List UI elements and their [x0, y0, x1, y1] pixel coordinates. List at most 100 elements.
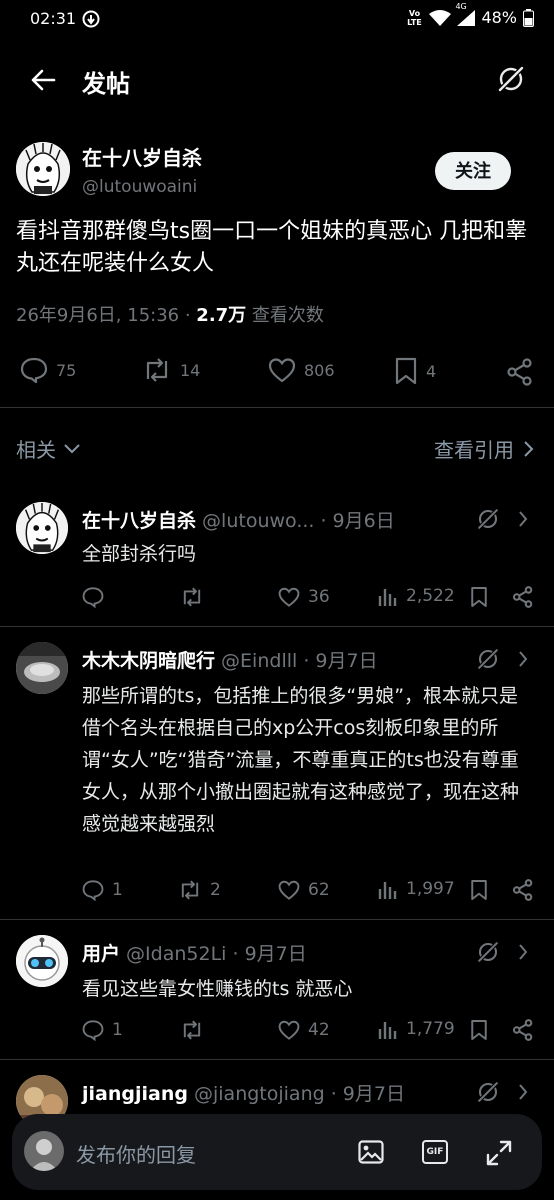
- author-handle[interactable]: @lutouwoaini: [82, 177, 197, 197]
- view-label: 查看次数: [246, 305, 324, 326]
- view-count: 1,779: [406, 1019, 455, 1039]
- view-quotes-label: 查看引用: [434, 438, 514, 462]
- wifi-icon: [429, 9, 452, 26]
- repost-icon[interactable]: [180, 586, 204, 608]
- view-count: 2.7万: [196, 305, 247, 326]
- views-action[interactable]: 2,522: [378, 586, 455, 606]
- bookmark-action[interactable]: 4: [394, 357, 436, 385]
- views-icon: [378, 882, 397, 899]
- reply-avatar[interactable]: [16, 642, 68, 694]
- repost-count: 2: [210, 880, 221, 900]
- repost-count: 14: [180, 360, 201, 380]
- more-icon[interactable]: [518, 1083, 528, 1101]
- like-action[interactable]: 62: [278, 879, 330, 901]
- reply-action[interactable]: 1: [82, 1019, 123, 1041]
- user-avatar: [24, 1131, 64, 1171]
- reply-header: jiangjiang @jiangtojiang · 9月7日: [82, 1079, 405, 1106]
- reply-input[interactable]: 发布你的回复: [76, 1139, 196, 1168]
- reply-author-name[interactable]: 在十八岁自杀: [82, 510, 196, 532]
- reply-count: 1: [112, 1020, 123, 1040]
- repost-action[interactable]: 2: [178, 879, 221, 901]
- gif-icon[interactable]: GIF: [422, 1140, 448, 1164]
- post-text: 看抖音那群傻鸟ts圈一口一个姐妹的真恶心 几把和睾丸还在呢装什么女人: [16, 219, 528, 276]
- grok-icon[interactable]: [496, 64, 526, 94]
- views-action[interactable]: 1,779: [378, 1019, 455, 1039]
- related-label: 相关: [16, 438, 56, 462]
- grok-icon[interactable]: [476, 507, 500, 531]
- status-bar: 02:31 Vo LTE 4G 48%: [0, 0, 554, 36]
- share-icon[interactable]: [512, 879, 534, 901]
- divider: [0, 919, 554, 920]
- grok-icon[interactable]: [476, 1080, 500, 1104]
- views-action[interactable]: 1,997: [378, 879, 455, 899]
- share-icon[interactable]: [512, 586, 534, 608]
- divider: [0, 626, 554, 627]
- top-app-bar: 发帖: [0, 48, 554, 112]
- network-type: 4G: [455, 1, 467, 11]
- grok-icon[interactable]: [476, 647, 500, 671]
- share-icon[interactable]: [512, 1019, 534, 1041]
- like-count: 806: [304, 360, 335, 380]
- status-time: 02:31: [30, 9, 77, 28]
- back-arrow-icon[interactable]: [30, 68, 56, 92]
- like-count: 42: [308, 1020, 330, 1040]
- follow-button[interactable]: 关注: [435, 152, 511, 190]
- like-icon: [268, 357, 296, 383]
- page-title: 发帖: [82, 70, 130, 98]
- repost-action[interactable]: 14: [142, 357, 200, 383]
- reply-actions: 1 2 62 1,997: [82, 879, 538, 903]
- chevron-right-icon: [524, 440, 534, 457]
- reply-header: 用户 @Idan52Li · 9月7日: [82, 939, 307, 966]
- repost-icon: [142, 357, 172, 383]
- reply-author-name[interactable]: jiangjiang: [82, 1083, 188, 1105]
- share-icon[interactable]: [506, 358, 534, 386]
- reply-action[interactable]: 1: [82, 879, 123, 901]
- chevron-down-icon: [64, 443, 80, 454]
- reply-text: 看见这些靠女性赚钱的ts 就恶心: [82, 978, 353, 1000]
- related-sort[interactable]: 相关: [16, 434, 80, 463]
- reply-avatar[interactable]: [16, 502, 68, 554]
- reply-icon[interactable]: [82, 586, 104, 608]
- author-avatar[interactable]: [16, 142, 70, 196]
- reply-author-name[interactable]: 木木木阴暗爬行: [82, 650, 215, 672]
- author-name[interactable]: 在十八岁自杀: [82, 142, 202, 171]
- more-icon[interactable]: [518, 650, 528, 668]
- battery-icon: [523, 8, 534, 27]
- reply-author-name[interactable]: 用户: [82, 943, 120, 965]
- reply-text: 全部封杀行吗: [82, 543, 197, 565]
- bookmark-icon[interactable]: [470, 586, 488, 608]
- battery-percent: 48%: [481, 8, 517, 27]
- bookmark-count: 4: [426, 361, 437, 381]
- reply-actions: 36 2,522: [82, 586, 538, 610]
- bookmark-icon[interactable]: [470, 1019, 488, 1041]
- reply-count: 1: [112, 880, 123, 900]
- view-count: 1,997: [406, 879, 455, 899]
- like-action[interactable]: 36: [278, 586, 330, 608]
- like-icon: [278, 1020, 300, 1040]
- reply-action[interactable]: 75: [20, 357, 76, 383]
- volte-label: Vo LTE: [407, 8, 422, 27]
- reply-icon: [20, 357, 48, 383]
- reply-header: 在十八岁自杀 @lutouwo... · 9月6日: [82, 506, 395, 533]
- reply-text: 那些所谓的ts，包括推上的很多“男娘”，根本就只是借个名头在根据自己的xp公开c…: [82, 685, 520, 835]
- more-icon[interactable]: [518, 510, 528, 528]
- grok-icon[interactable]: [476, 940, 500, 964]
- repost-icon[interactable]: [180, 1019, 204, 1041]
- reply-actions: 1 42 1,779: [82, 1019, 538, 1043]
- like-action[interactable]: 806: [268, 357, 335, 383]
- view-quotes-link[interactable]: 查看引用: [434, 434, 534, 463]
- bookmark-icon: [394, 357, 418, 385]
- views-icon: [378, 589, 397, 606]
- post-date: 26年9月6日, 15:36 ·: [16, 305, 197, 326]
- like-action[interactable]: 42: [278, 1019, 330, 1041]
- divider: [0, 1059, 554, 1060]
- reply-composer[interactable]: 发布你的回复 GIF: [12, 1114, 542, 1190]
- expand-icon[interactable]: [486, 1140, 512, 1166]
- more-icon[interactable]: [518, 943, 528, 961]
- like-icon: [278, 880, 300, 900]
- bookmark-icon[interactable]: [470, 879, 488, 901]
- reply-header: 木木木阴暗爬行 @Eindlll · 9月7日: [82, 646, 378, 673]
- reply-avatar[interactable]: [16, 935, 68, 987]
- reply-count: 75: [56, 360, 77, 380]
- image-icon[interactable]: [358, 1140, 384, 1164]
